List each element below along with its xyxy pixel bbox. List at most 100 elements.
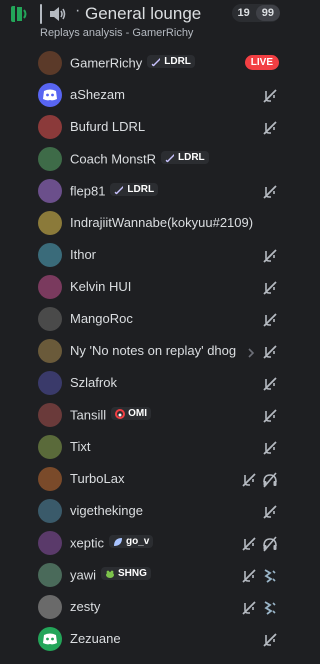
server-tag[interactable]: SHNG (101, 567, 151, 580)
voice-user-row[interactable]: Bufurd LDRL (0, 112, 289, 144)
username-text: IndrajiitWannabe(kokyuu#2109) (70, 215, 254, 230)
voice-user-row[interactable]: Zezuane (0, 624, 289, 656)
deafened-icon (241, 600, 257, 616)
username: Tixt (70, 439, 90, 454)
username: GamerRichy LDRL (70, 55, 195, 71)
voice-user-row[interactable]: aShezam (0, 80, 289, 112)
username-text: Kelvin HUI (70, 279, 132, 294)
deafened-icon (262, 632, 278, 648)
voice-user-row[interactable]: flep81 LDRL (0, 176, 289, 208)
activity-icon (262, 568, 278, 584)
deafened-icon (262, 376, 278, 392)
avatar[interactable] (38, 243, 62, 267)
voice-user-row[interactable]: Szlafrok (0, 368, 289, 400)
username-text: aShezam (70, 87, 125, 102)
voice-user-row[interactable]: vigethekinge (0, 496, 289, 528)
deafened-icon (262, 312, 278, 328)
avatar[interactable] (38, 83, 62, 107)
voice-user-row[interactable]: Ithor (0, 240, 289, 272)
channel-name[interactable]: General lounge (85, 4, 201, 24)
avatar[interactable] (38, 435, 62, 459)
avatar[interactable] (38, 499, 62, 523)
avatar[interactable] (38, 147, 62, 171)
voice-user-row[interactable]: Tixt (0, 432, 289, 464)
deafened-icon (262, 504, 278, 520)
username: Kelvin HUI (70, 279, 131, 294)
username-text: MangoRoc (70, 311, 133, 326)
voice-connected-icon[interactable] (8, 4, 30, 24)
avatar[interactable] (38, 115, 62, 139)
server-tag[interactable]: LDRL (160, 151, 209, 164)
avatar[interactable] (38, 467, 62, 491)
avatar[interactable] (38, 211, 62, 235)
username: TurboLax (70, 471, 124, 486)
voice-user-row[interactable]: Ny 'No notes on replay' dhog (0, 336, 289, 368)
avatar[interactable] (38, 563, 62, 587)
voice-user-list: GamerRichy LDRL LIVE aShezam Bufurd LDRL Coac… (0, 48, 289, 656)
username: Tansill OMI (70, 407, 152, 423)
voice-user-row[interactable]: zesty (0, 592, 289, 624)
avatar[interactable] (38, 307, 62, 331)
username: Zezuane (70, 631, 121, 646)
frog-icon (106, 570, 115, 578)
username: aShezam (70, 87, 125, 102)
username-text: Tansill (70, 407, 107, 423)
avatar[interactable] (38, 371, 62, 395)
live-badge: LIVE (244, 55, 279, 70)
headphones-off-icon (262, 472, 278, 488)
user-count-badge: 19 99 (231, 4, 280, 22)
username-text: TurboLax (70, 471, 125, 486)
deafened-icon (262, 248, 278, 264)
username-text: yawi (70, 567, 97, 583)
server-tag[interactable]: LDRL (110, 183, 159, 196)
username: Bufurd LDRL (70, 119, 145, 134)
voice-user-row[interactable]: xeptic go_v (0, 528, 289, 560)
username-text: Zezuane (70, 631, 121, 646)
username-text: Szlafrok (70, 375, 117, 390)
avatar[interactable] (38, 531, 62, 555)
avatar[interactable] (38, 403, 62, 427)
username: yawi SHNG (70, 567, 151, 583)
voice-user-row[interactable]: Tansill OMI (0, 400, 289, 432)
server-tag-label: go_v (125, 536, 150, 547)
voice-user-row[interactable]: MangoRoc (0, 304, 289, 336)
username-text: vigethekinge (70, 503, 143, 518)
user-count-limit: 99 (255, 5, 280, 21)
voice-user-row[interactable]: Kelvin HUI (0, 272, 289, 304)
server-tag[interactable]: OMI (111, 407, 152, 420)
deafened-icon (262, 408, 278, 424)
username: Szlafrok (70, 375, 117, 390)
deafened-icon (262, 120, 278, 136)
avatar[interactable] (38, 595, 62, 619)
sword-icon (165, 153, 174, 162)
username: xeptic go_v (70, 535, 154, 551)
sword-icon (151, 57, 161, 66)
server-tag-label: SHNG (118, 568, 147, 579)
voice-user-row[interactable]: IndrajiitWannabe(kokyuu#2109) (0, 208, 289, 240)
activity-icon (262, 600, 278, 616)
username: Coach MonstR LDRL (70, 151, 209, 167)
avatar[interactable] (38, 179, 62, 203)
voice-user-row[interactable]: yawi SHNG (0, 560, 289, 592)
username-text: Bufurd LDRL (70, 119, 146, 134)
avatar[interactable] (38, 275, 62, 299)
deafened-icon (262, 344, 278, 360)
avatar[interactable] (38, 339, 62, 363)
avatar[interactable] (38, 51, 62, 75)
channel-status: Replays analysis - GamerRichy (40, 27, 194, 39)
voice-channel-panel: · General lounge 19 99 Replays analysis … (0, 0, 289, 664)
headphones-off-icon (262, 536, 278, 552)
voice-user-row[interactable]: TurboLax (0, 464, 289, 496)
username-text: flep81 (70, 183, 106, 199)
server-tag-label: LDRL (164, 56, 191, 67)
header-dot: · (75, 2, 81, 19)
server-tag[interactable]: go_v (108, 535, 154, 548)
server-tag-label: LDRL (127, 184, 155, 195)
deafened-icon (241, 536, 257, 552)
server-tag[interactable]: LDRL (147, 55, 195, 68)
chevron-right-icon[interactable] (246, 346, 256, 358)
username-text: GamerRichy (70, 55, 143, 71)
avatar[interactable] (38, 627, 62, 651)
voice-user-row[interactable]: GamerRichy LDRL LIVE (0, 48, 289, 80)
voice-user-row[interactable]: Coach MonstR LDRL (0, 144, 289, 176)
